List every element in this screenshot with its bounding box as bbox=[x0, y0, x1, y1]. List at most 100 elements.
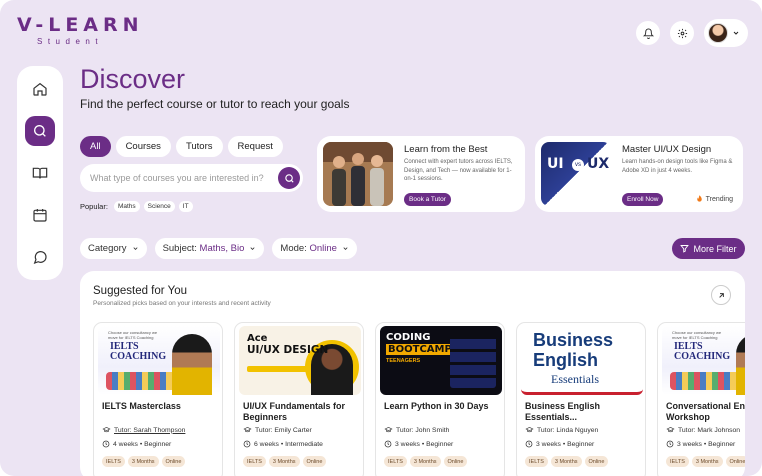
tag: 3 Months bbox=[268, 456, 300, 467]
promo-description: Learn hands-on design tools like Figma &… bbox=[622, 159, 733, 174]
more-filter-button[interactable]: More Filter bbox=[672, 238, 745, 259]
promo-card-tutors: Learn from the Best Connect with expert … bbox=[317, 136, 525, 212]
tab-request[interactable]: Request bbox=[227, 136, 283, 157]
tag: 3 Months bbox=[691, 456, 723, 467]
course-duration-level: 6 weeks • Intermediate bbox=[254, 440, 323, 448]
course-tutor[interactable]: Tutor: Linda Nguyen bbox=[525, 426, 598, 434]
thumbnail-heading: CODING bbox=[386, 332, 431, 343]
category-filter[interactable]: Category bbox=[80, 238, 147, 259]
promo-description: Connect with expert tutors across IELTS,… bbox=[404, 159, 513, 182]
course-meta: 6 weeks • Intermediate bbox=[243, 440, 323, 448]
popular-tag-science[interactable]: Science bbox=[143, 201, 175, 212]
tab-tutors[interactable]: Tutors bbox=[175, 136, 223, 157]
profile-menu[interactable] bbox=[704, 19, 748, 47]
course-tutor[interactable]: Tutor: John Smith bbox=[384, 426, 449, 434]
thumbnail-heading: Essentials bbox=[551, 372, 599, 386]
thumbnail-caption: Choose our consultancy we move for IELTS… bbox=[672, 330, 722, 340]
world-map-graphic bbox=[670, 372, 740, 390]
logo-title: V-LEARN bbox=[17, 14, 144, 36]
settings-button[interactable] bbox=[670, 21, 694, 45]
tutor-name: Tutor: John Smith bbox=[396, 426, 450, 434]
page-title: Discover bbox=[80, 64, 186, 94]
tag: IELTS bbox=[666, 456, 689, 467]
tutor-name: Tutor: Emily Carter bbox=[255, 426, 312, 434]
tag: Online bbox=[161, 456, 186, 467]
course-title: Learn Python in 30 Days bbox=[384, 401, 489, 411]
chevron-down-icon bbox=[250, 247, 255, 250]
header-actions bbox=[636, 19, 748, 47]
book-icon bbox=[32, 167, 48, 179]
course-tutor[interactable]: Tutor: Emily Carter bbox=[243, 426, 312, 434]
course-tags: IELTS 3 Months Online bbox=[666, 456, 745, 467]
tutor-photo bbox=[172, 334, 212, 395]
popular-tag-it[interactable]: IT bbox=[178, 201, 193, 212]
category-filter-label: Category bbox=[88, 243, 127, 254]
chat-icon bbox=[33, 251, 47, 264]
course-duration-level: 3 weeks • Beginner bbox=[536, 440, 595, 448]
course-card[interactable]: Business English Essentials Business Eng… bbox=[516, 322, 646, 476]
thumbnail-heading: UI/UX DESIGN bbox=[247, 344, 329, 356]
fire-icon bbox=[696, 195, 702, 202]
tab-all[interactable]: All bbox=[80, 136, 111, 157]
view-all-button[interactable] bbox=[711, 285, 731, 305]
search-input[interactable] bbox=[80, 164, 270, 192]
course-duration-level: 4 weeks • Beginner bbox=[113, 440, 172, 448]
promo-title: Master UI/UX Design bbox=[622, 144, 712, 155]
thumbnail-banner bbox=[247, 366, 307, 372]
promo-title: Learn from the Best bbox=[404, 144, 488, 155]
popular-tag-maths[interactable]: Maths bbox=[113, 201, 140, 212]
sidebar bbox=[17, 66, 63, 280]
tag: IELTS bbox=[384, 456, 407, 467]
sidebar-item-home[interactable] bbox=[25, 74, 55, 104]
section-title: Suggested for You bbox=[93, 285, 187, 297]
thumbnail-caption: Choose our consultancy we move for IELTS… bbox=[108, 330, 158, 340]
course-tutor[interactable]: Tutor: Mark Johnson bbox=[666, 426, 740, 434]
sidebar-item-courses[interactable] bbox=[25, 158, 55, 188]
search-button[interactable] bbox=[278, 167, 300, 189]
gear-icon bbox=[677, 28, 687, 38]
course-thumbnail: CODING BOOTCAMP TEENAGERS bbox=[380, 326, 502, 395]
world-map-graphic bbox=[106, 372, 176, 390]
course-title: IELTS Masterclass bbox=[102, 401, 181, 411]
notifications-button[interactable] bbox=[636, 21, 660, 45]
search-bar bbox=[80, 164, 303, 192]
sidebar-item-messages[interactable] bbox=[25, 242, 55, 272]
course-card[interactable]: Choose our consultancy we move for IELTS… bbox=[657, 322, 745, 476]
graduation-cap-icon bbox=[666, 426, 675, 433]
tag: 3 Months bbox=[409, 456, 441, 467]
course-card[interactable]: CODING BOOTCAMP TEENAGERS Learn Python i… bbox=[375, 322, 505, 476]
search-icon bbox=[34, 125, 46, 137]
tutor-name: Tutor: Linda Nguyen bbox=[537, 426, 599, 434]
popular-label: Popular: bbox=[80, 202, 108, 211]
popular-tags: Popular: Maths Science IT bbox=[80, 201, 193, 212]
tab-courses[interactable]: Courses bbox=[115, 136, 171, 157]
graduation-cap-icon bbox=[525, 426, 534, 433]
logo[interactable]: V-LEARN Student bbox=[17, 14, 144, 46]
enroll-now-button[interactable]: Enroll Now bbox=[622, 193, 664, 206]
mode-filter[interactable]: Mode: Online bbox=[272, 238, 357, 259]
course-meta: 3 weeks • Beginner bbox=[384, 440, 453, 448]
tech-logos-graphic bbox=[450, 336, 496, 388]
thumbnail-heading: IELTS COACHING bbox=[674, 341, 731, 362]
filter-bar: Category Subject: Maths, Bio Mode: Onlin… bbox=[80, 238, 357, 259]
tag: IELTS bbox=[102, 456, 125, 467]
tag: 3 Months bbox=[550, 456, 582, 467]
tag: 3 Months bbox=[127, 456, 159, 467]
tag: Online bbox=[584, 456, 609, 467]
sidebar-item-discover[interactable] bbox=[25, 116, 55, 146]
course-tutor[interactable]: Tutor: Sarah Thompson bbox=[102, 426, 185, 434]
tag: Online bbox=[443, 456, 468, 467]
more-filter-label: More Filter bbox=[693, 243, 737, 254]
course-card[interactable]: Ace UI/UX DESIGN UI/UX Fundamentals for … bbox=[234, 322, 364, 476]
filter-tabs: All Courses Tutors Request bbox=[80, 136, 283, 157]
sidebar-item-calendar[interactable] bbox=[25, 200, 55, 230]
course-thumbnail: Ace UI/UX DESIGN bbox=[239, 326, 361, 395]
course-tags: IELTS 3 Months Online bbox=[525, 456, 609, 467]
promo-card-uiux: UI vs UX Master UI/UX Design Learn hands… bbox=[535, 136, 743, 212]
subject-filter[interactable]: Subject: Maths, Bio bbox=[154, 238, 265, 259]
book-tutor-button[interactable]: Book a Tutor bbox=[404, 193, 451, 206]
course-tags: IELTS 3 Months Online bbox=[384, 456, 468, 467]
course-card[interactable]: Choose our consultancy we move for IELTS… bbox=[93, 322, 223, 476]
tutor-name: Tutor: Mark Johnson bbox=[678, 426, 741, 434]
calendar-icon bbox=[33, 209, 47, 222]
